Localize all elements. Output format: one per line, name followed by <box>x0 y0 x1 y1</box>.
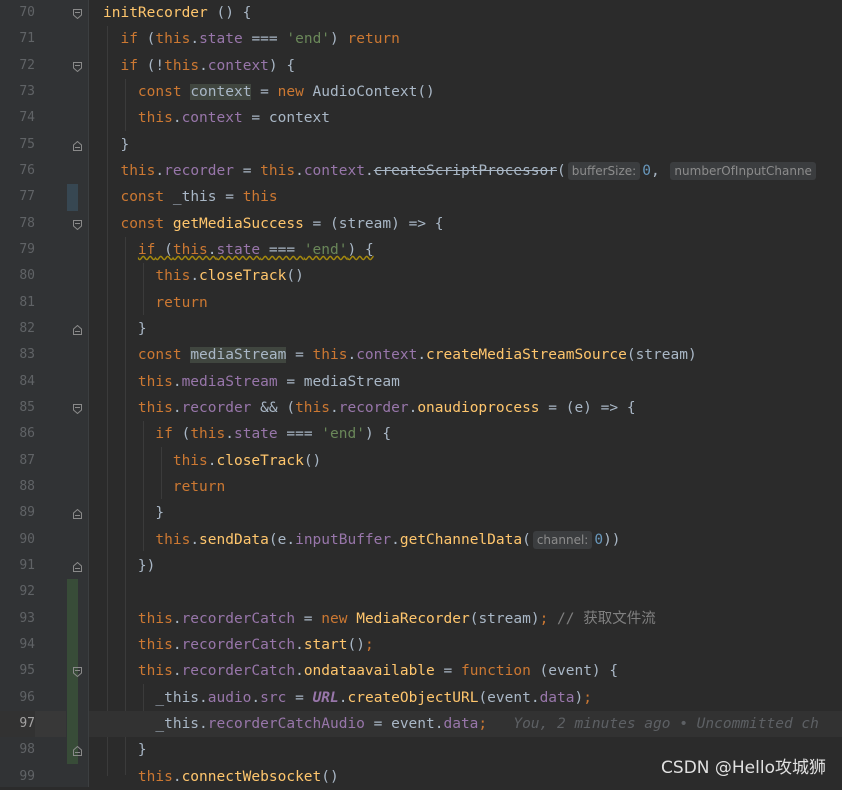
line-number[interactable]: 91 <box>0 553 35 579</box>
line-number[interactable]: 75 <box>0 132 35 158</box>
code-line-70[interactable]: initRecorder () { <box>89 0 842 26</box>
fold-close-icon[interactable] <box>73 561 82 572</box>
code-line-79[interactable]: if (this.state === 'end') { <box>89 237 842 263</box>
code-line-83[interactable]: const mediaStream = this.context.createM… <box>89 342 842 368</box>
modified-line-marker[interactable] <box>67 184 78 211</box>
line-number[interactable]: 89 <box>0 500 35 526</box>
line-number[interactable]: 95 <box>0 658 35 684</box>
line-number[interactable]: 99 <box>0 764 35 790</box>
code-line-97[interactable]: _this.recorderCatchAudio = event.data; Y… <box>89 710 842 738</box>
code-line-82[interactable]: } <box>89 316 842 342</box>
line-number[interactable]: 71 <box>0 26 35 52</box>
code-line-88[interactable]: return <box>89 474 842 500</box>
code-comment: // 获取文件流 <box>557 610 656 627</box>
code-line-71[interactable]: if (this.state === 'end') return <box>89 26 842 52</box>
line-number[interactable]: 79 <box>0 237 35 263</box>
fold-open-icon[interactable] <box>73 667 82 678</box>
code-editor[interactable]: initRecorder () { if (this.state === 'en… <box>89 0 842 787</box>
line-number[interactable]: 72 <box>0 53 35 79</box>
fold-open-icon[interactable] <box>73 9 82 19</box>
line-number[interactable]: 77 <box>0 184 35 210</box>
code-line-87[interactable]: this.closeTrack() <box>89 448 842 474</box>
param-hint-channel: channel: <box>532 530 593 549</box>
line-number[interactable]: 80 <box>0 263 35 289</box>
code-line-81[interactable]: return <box>89 290 842 316</box>
line-number[interactable]: 81 <box>0 290 35 316</box>
code-line-84[interactable]: this.mediaStream = mediaStream <box>89 369 842 395</box>
fold-close-icon[interactable] <box>73 509 82 520</box>
fold-close-icon[interactable] <box>73 746 82 757</box>
code-line-92[interactable] <box>89 579 842 605</box>
code-line-86[interactable]: if (this.state === 'end') { <box>89 421 842 447</box>
param-hint-number-of-input-channels: numberOfInputChanne <box>670 161 816 180</box>
fold-close-icon[interactable] <box>73 140 82 151</box>
code-line-91[interactable]: }) <box>89 553 842 579</box>
line-number[interactable]: 82 <box>0 316 35 342</box>
line-number[interactable]: 70 <box>0 0 35 26</box>
line-number[interactable]: 94 <box>0 632 35 658</box>
code-line-94[interactable]: this.recorderCatch.start(); <box>89 632 842 658</box>
line-number[interactable]: 84 <box>0 369 35 395</box>
line-number[interactable]: 74 <box>0 105 35 131</box>
code-line-78[interactable]: const getMediaSuccess = (stream) => { <box>89 211 842 237</box>
code-line-80[interactable]: this.closeTrack() <box>89 263 842 289</box>
line-number[interactable]: 85 <box>0 395 35 421</box>
code-line-72[interactable]: if (!this.context) { <box>89 53 842 79</box>
line-number[interactable]: 96 <box>0 685 35 711</box>
code-line-89[interactable]: } <box>89 500 842 526</box>
line-number[interactable]: 78 <box>0 211 35 237</box>
line-number[interactable]: 98 <box>0 737 35 763</box>
line-number[interactable]: 86 <box>0 421 35 447</box>
fold-open-icon[interactable] <box>73 219 82 230</box>
line-number[interactable]: 90 <box>0 527 35 553</box>
line-number[interactable]: 93 <box>0 606 35 632</box>
code-line-90[interactable]: this.sendData(e.inputBuffer.getChannelDa… <box>89 527 842 553</box>
code-line-74[interactable]: this.context = context <box>89 105 842 131</box>
code-line-85[interactable]: this.recorder && (this.recorder.onaudiop… <box>89 395 842 421</box>
code-line-96[interactable]: _this.audio.src = URL.createObjectURL(ev… <box>89 685 842 711</box>
line-number[interactable]: 92 <box>0 579 35 605</box>
line-number[interactable]: 97 <box>0 710 35 738</box>
code-line-95[interactable]: this.recorderCatch.ondataavailable = fun… <box>89 658 842 684</box>
line-number[interactable]: 76 <box>0 158 35 184</box>
line-number[interactable]: 87 <box>0 448 35 474</box>
fold-open-icon[interactable] <box>73 61 82 72</box>
code-line-73[interactable]: const context = new AudioContext() <box>89 79 842 105</box>
watermark: CSDN @Hello攻城狮 <box>661 758 826 778</box>
line-number[interactable]: 73 <box>0 79 35 105</box>
code-line-76[interactable]: this.recorder = this.context.createScrip… <box>89 158 842 184</box>
fold-close-icon[interactable] <box>73 324 82 335</box>
code-line-75[interactable]: } <box>89 132 842 158</box>
code-line-77[interactable]: const _this = this <box>89 184 842 210</box>
line-number[interactable]: 83 <box>0 342 35 368</box>
line-number[interactable]: 88 <box>0 474 35 500</box>
git-blame-annotation: You, 2 minutes ago • Uncommitted ch <box>513 715 819 732</box>
code-line-93[interactable]: this.recorderCatch = new MediaRecorder(s… <box>89 606 842 632</box>
param-hint-buffer-size: bufferSize: <box>567 161 641 180</box>
fold-open-icon[interactable] <box>73 403 82 414</box>
